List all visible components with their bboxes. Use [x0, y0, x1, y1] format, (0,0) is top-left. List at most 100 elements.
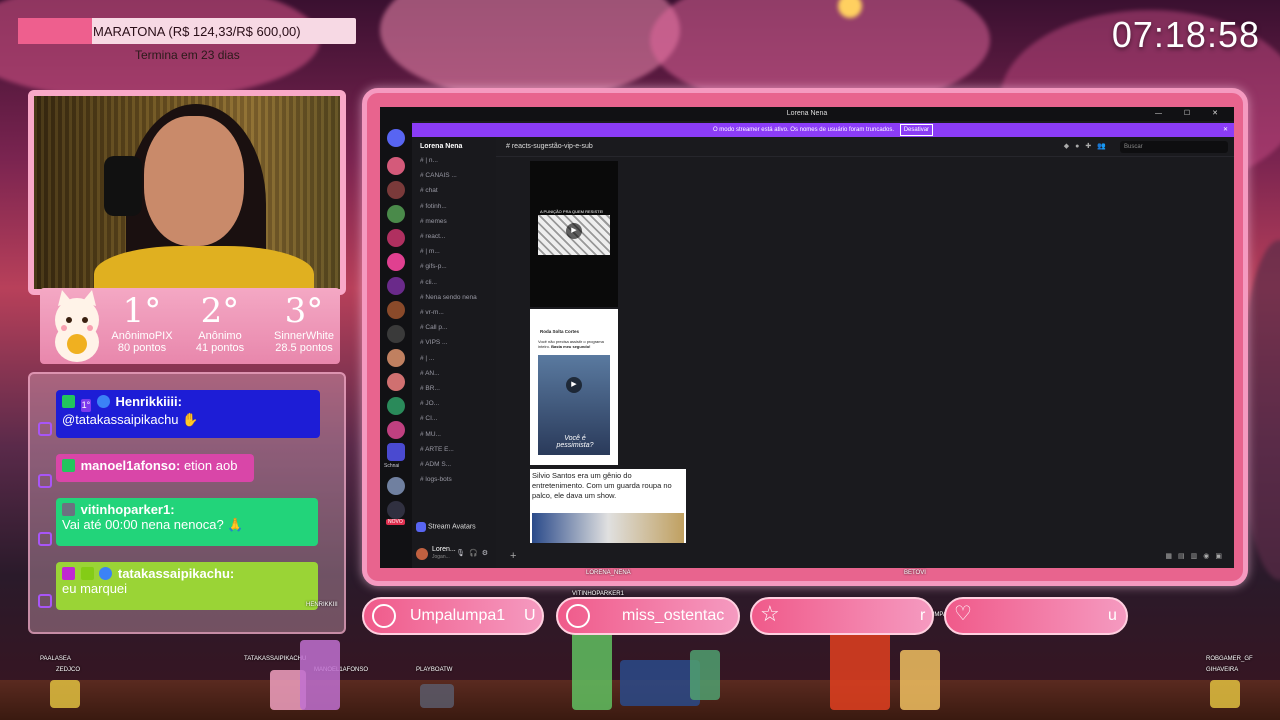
- server-icon[interactable]: [387, 253, 405, 271]
- window-controls-icon[interactable]: — ☐ ✕: [1155, 107, 1228, 121]
- rank-position: 3°: [284, 291, 324, 331]
- avatar-sprite-icon: [50, 680, 80, 708]
- rank-third: 3° SinnerWhite 28.5 pontos: [264, 292, 344, 354]
- chat-username: Henrikkiiii:: [115, 394, 182, 409]
- play-icon[interactable]: ▶: [566, 223, 582, 239]
- verified-badge-icon: [96, 395, 110, 408]
- channel-label: vr-m...: [425, 309, 444, 316]
- star-icon: ☆: [760, 601, 780, 626]
- server-icon[interactable]: [387, 349, 405, 367]
- server-icon[interactable]: [387, 301, 405, 319]
- add-attachment-icon[interactable]: +: [510, 550, 516, 562]
- avatar-sprite-icon: [900, 650, 940, 710]
- close-icon[interactable]: ✕: [1223, 123, 1228, 137]
- alert-suffix: U: [524, 607, 536, 624]
- channel-item[interactable]: # CANAIS ...: [420, 172, 457, 179]
- chat-message: tatakassaipikachu: eu marquei: [56, 562, 318, 610]
- search-input[interactable]: Buscar: [1120, 141, 1228, 153]
- twitch-icon: [38, 422, 52, 436]
- verified-badge-icon: [99, 567, 113, 580]
- server-icon[interactable]: [387, 373, 405, 391]
- server-icon[interactable]: [387, 181, 405, 199]
- channel-label: CI...: [425, 415, 438, 423]
- stream-avatars-activity[interactable]: Stream Avatars: [416, 522, 492, 536]
- cat-mascot-icon: [55, 290, 99, 362]
- sprite-username: LORENA_NENA: [586, 570, 631, 576]
- rank-name: Anônimo: [198, 330, 242, 342]
- twitch-icon: [38, 474, 52, 488]
- channel-item[interactable]: # cli...: [420, 279, 437, 286]
- channel-item[interactable]: # JO...: [420, 400, 439, 407]
- disable-streamer-mode-button[interactable]: Desativar: [899, 124, 934, 136]
- server-icon[interactable]: [387, 157, 405, 175]
- chat-message: vitinhoparker1: Vai até 00:00 nena nenoc…: [56, 498, 318, 546]
- video-post-1[interactable]: A PUNIÇÃO PRA QUEM RESISTE! ▶: [530, 161, 618, 307]
- channel-item[interactable]: # chat: [420, 187, 438, 194]
- channel-item[interactable]: # ARTE E...: [420, 446, 454, 453]
- channel-item[interactable]: # MU...: [420, 431, 441, 438]
- channel-list: Lorena Nena # | n... # CANAIS ... # chat # …: [412, 137, 496, 568]
- channel-label: gifs-p...: [425, 263, 447, 271]
- rank-points: 28.5 pontos: [275, 342, 333, 354]
- avatar-sprite-icon: [620, 660, 700, 706]
- channel-item[interactable]: # CI...: [420, 415, 437, 422]
- channel-item[interactable]: # memes: [420, 218, 447, 225]
- channel-label: MU...: [425, 430, 441, 438]
- chat-text: eu marquei: [62, 581, 128, 596]
- goal-bar: MARATONA (R$ 124,33/R$ 600,00): [18, 18, 356, 44]
- channel-label: react...: [425, 233, 446, 240]
- channel-item[interactable]: # BR...: [420, 385, 440, 392]
- sprite-username: BETOVI: [904, 570, 926, 576]
- discord-titlebar: Lorena Nena — ☐ ✕: [380, 107, 1234, 121]
- header-tools-icon[interactable]: ◆●✚👥: [1064, 137, 1112, 157]
- sprite-username: PLAYBOATW: [416, 667, 453, 673]
- chat-panel: 1° Henrikkiiii: @tatakassaipikachu ✋ man…: [28, 372, 346, 634]
- channel-item[interactable]: # fotinh...: [420, 203, 447, 210]
- channel-item[interactable]: # VIPS ...: [420, 339, 447, 346]
- channel-item[interactable]: # | ...: [420, 355, 434, 362]
- composer-tools-icon[interactable]: ▦▤▥◉▣: [1165, 552, 1228, 560]
- server-icon[interactable]: [387, 477, 405, 495]
- sword-badge-icon: [62, 503, 75, 516]
- channel-item[interactable]: # react...: [420, 233, 445, 240]
- play-icon[interactable]: ▶: [566, 377, 582, 393]
- channel-item[interactable]: # logs-bots: [420, 476, 452, 483]
- chat-username: manoel1afonso:: [80, 458, 181, 473]
- server-name[interactable]: Lorena Nena: [420, 143, 462, 150]
- server-icon[interactable]: [387, 421, 405, 439]
- channel-item[interactable]: # | n...: [420, 157, 438, 164]
- twitch-icon: [38, 532, 52, 546]
- sprite-username: ZEDJCO: [56, 667, 80, 673]
- channel-item[interactable]: # | m...: [420, 248, 440, 255]
- hand-emote-icon: ✋: [182, 412, 199, 427]
- server-icon[interactable]: [387, 205, 405, 223]
- server-icon[interactable]: [387, 229, 405, 247]
- channel-label: ADM S...: [425, 461, 452, 468]
- alert-pill: ☆ r: [750, 597, 934, 635]
- server-icon[interactable]: [387, 277, 405, 295]
- stream-avatars-icon: [416, 522, 426, 532]
- channel-item[interactable]: # AN...: [420, 370, 440, 377]
- discord-home-icon[interactable]: [387, 129, 405, 147]
- channel-item[interactable]: # ADM S...: [420, 461, 451, 468]
- server-icon[interactable]: [387, 325, 405, 343]
- channel-item[interactable]: # Nena sendo nena: [420, 294, 477, 301]
- channel-item[interactable]: # vr-m...: [420, 309, 444, 316]
- avatar[interactable]: [416, 548, 428, 560]
- channel-item[interactable]: # Call p...: [420, 324, 447, 331]
- channel-label: | ...: [425, 354, 435, 362]
- server-icon[interactable]: [387, 501, 405, 519]
- diamond-icon: [566, 604, 590, 628]
- server-icon[interactable]: [387, 397, 405, 415]
- sprite-username: HENRIKKIII: [306, 602, 338, 608]
- channel-item[interactable]: # gifs-p...: [420, 263, 447, 270]
- server-icon[interactable]: [387, 443, 405, 461]
- mic-headset-settings-icon[interactable]: 🎙🎧⚙: [456, 549, 492, 557]
- text-post-3[interactable]: Silvio Santos era um gênio do entretenim…: [530, 469, 686, 543]
- channel-label: | m...: [425, 248, 440, 256]
- chat-message: 1° Henrikkiiii: @tatakassaipikachu ✋: [56, 390, 320, 438]
- alert-suffix: u: [1108, 607, 1117, 624]
- message-feed: A PUNIÇÃO PRA QUEM RESISTE! ▶ Roda Solta…: [496, 157, 1234, 546]
- video-post-2[interactable]: Roda Solta Cortes Você não precisa assis…: [530, 309, 618, 465]
- post-text: Você não precisa assistir o programa int…: [538, 339, 604, 349]
